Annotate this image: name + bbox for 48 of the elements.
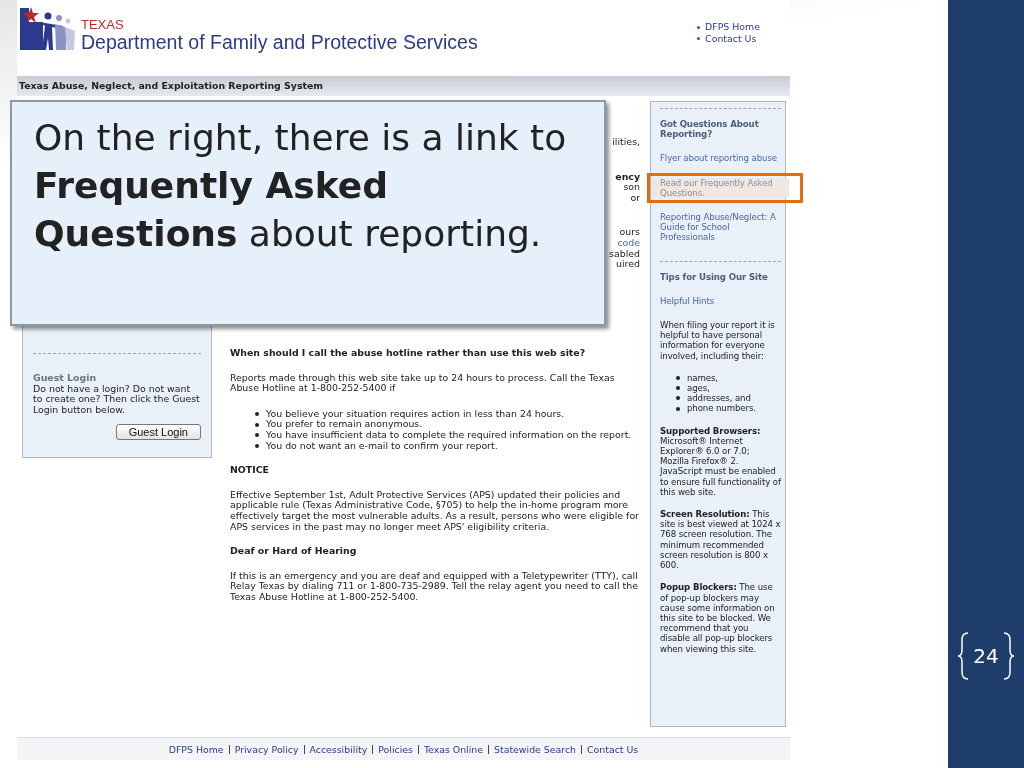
footer-link[interactable]: Contact Us — [581, 744, 644, 754]
list-item: You have insufficient data to complete the required information on the report. — [266, 429, 632, 441]
title-bar: Texas Abuse, Neglect, and Exploitation Reporting System — [17, 76, 790, 96]
header-link[interactable]: DFPS Home — [697, 22, 760, 33]
panel-heading: Guest Login — [33, 373, 98, 384]
text-fragment: sabled — [609, 248, 640, 260]
text-fragment: son — [623, 182, 640, 193]
section-heading: Deaf or Hard of Hearing — [230, 546, 358, 557]
footer-link[interactable]: Privacy Policy — [228, 744, 304, 754]
text-fragment[interactable]: code — [617, 237, 640, 249]
footer-link[interactable]: DFPS Home — [163, 744, 229, 754]
paragraph: Effective September 1st, Adult Protective Services (APS) updated their policies and applicable rule (Texas Administrative Code, §705) to help the in-home program more effectively target the most vulnerable adults. As a result, persons who were eligible for APS services in the past may no longer meet APS' eligibility criteria. — [230, 489, 640, 533]
list-item: You prefer to remain anonymous. — [266, 419, 423, 430]
list-item: names, — [687, 372, 718, 384]
list-item: phone numbers. — [687, 403, 756, 414]
footer-link[interactable]: Accessibility — [303, 744, 373, 754]
sidebar-link[interactable]: Flyer about reporting abuse — [660, 153, 781, 164]
sidebar-heading: Tips for Using Our Site — [660, 271, 769, 282]
list-item: You do not want an e-mail to confirm your report. — [266, 440, 498, 452]
footer-link[interactable]: Texas Online — [417, 744, 489, 754]
paragraph: Supported Browsers: Microsoft® Internet Explorer® 6.0 or 7.0; Mozilla Firefox® 2. JavaScript must be enabled to ensure full functionality of this web site. — [660, 425, 781, 498]
paragraph: Reports made through this web site take up to 24 hours to process. Call the Texas Abuse Hotline at 1-800-252-5400 if — [230, 372, 616, 394]
paragraph: Screen Resolution: This site is best viewed at 1024 x 768 screen resolution. The minimum recommended screen resolution is 800 x 600. — [660, 509, 781, 571]
list-item: ages, — [687, 383, 710, 394]
panel-text: Do not have a login? Do not want to create one? Then click the Guest Login button below. — [33, 383, 201, 416]
sidebar-link[interactable]: Helpful Hints — [660, 295, 781, 307]
sidebar-heading: Got Questions About Reporting? — [660, 119, 760, 140]
list-item: You believe your situation requires action in less than 24 hours. — [266, 408, 565, 420]
list-item: addresses, and — [687, 393, 751, 404]
sidebar-link[interactable]: Reporting Abuse/Neglect: A Guide for School Professionals — [660, 212, 781, 243]
text-fragment: ours — [619, 227, 640, 238]
section-heading: NOTICE — [230, 465, 270, 476]
slide-number: 24 — [973, 644, 999, 668]
text-fragment: or — [630, 192, 640, 204]
guest-login-button[interactable]: Guest Login — [115, 424, 201, 441]
text-fragment: uired — [616, 259, 640, 270]
callout-text: On the right, there is a link to Frequently Asked Questions about reporting. — [10, 100, 606, 326]
text-fragment: ilities, — [612, 137, 640, 148]
paragraph: Popup Blockers: The use of pop-up blockers may cause some information on this site to be blocked. We recommend that you disable all pop-up blockers when viewing this site. — [660, 582, 776, 654]
paragraph: When filing your report it is helpful to have personal information for everyone involved, including their: — [660, 320, 776, 361]
paragraph: If this is an emergency and you are deaf and equipped with a Teletypewriter (TTY), call Relay Texas by dialing 711 or 1-800-735-2989. Tell the relay agent you need to call the Texas Abuse Hotline at 1-800-252-5400. — [230, 570, 639, 603]
header-link[interactable]: Contact Us — [697, 33, 760, 45]
logo-title: Department of Family and Protective Services — [81, 31, 478, 53]
footer-link[interactable]: Statewide Search — [488, 744, 582, 754]
text-fragment: ency — [615, 171, 640, 183]
footer-link[interactable]: Policies — [372, 744, 418, 754]
logo-state: TEXAS — [81, 18, 125, 31]
section-heading: When should I call the abuse hotline rather than use this web site? — [230, 348, 587, 359]
